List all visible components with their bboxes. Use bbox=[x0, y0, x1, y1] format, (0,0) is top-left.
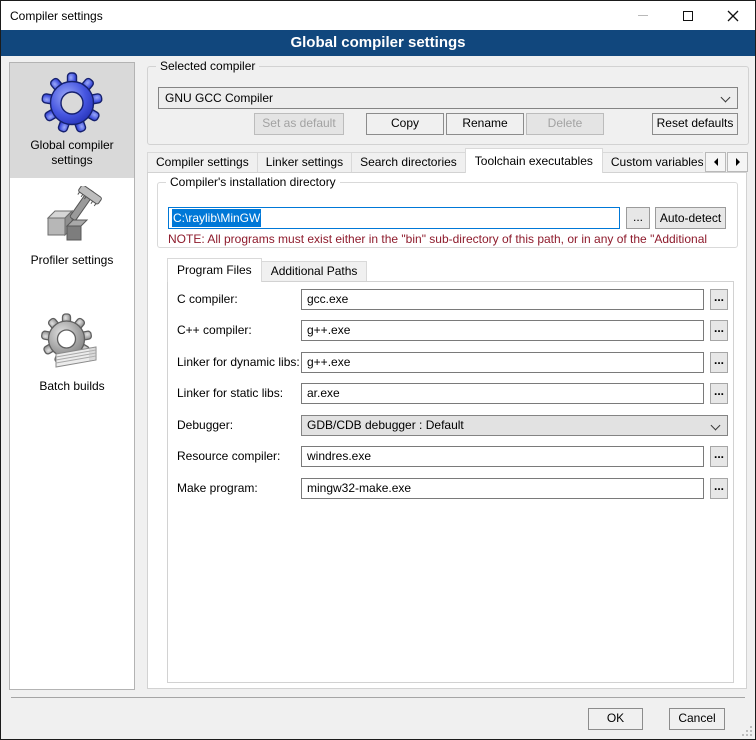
selected-compiler-group: Selected compiler GNU GCC Compiler Set a… bbox=[147, 66, 749, 145]
make-program-label: Make program: bbox=[177, 481, 258, 495]
dialog-header: Global compiler settings bbox=[1, 30, 755, 56]
linker-dynamic-label: Linker for dynamic libs: bbox=[177, 355, 300, 369]
cpp-compiler-browse-button[interactable]: ... bbox=[710, 320, 728, 341]
caliper-icon bbox=[40, 186, 104, 250]
compiler-select-value: GNU GCC Compiler bbox=[165, 91, 273, 105]
debugger-label: Debugger: bbox=[177, 418, 233, 432]
settings-category-list: Global compiler settings bbox=[9, 62, 135, 690]
program-files-panel: C compiler: gcc.exe ... C++ compiler: g+… bbox=[167, 281, 734, 683]
sidebar-item-batch-builds[interactable]: Batch builds bbox=[10, 304, 134, 404]
make-program-browse-button[interactable]: ... bbox=[710, 478, 728, 499]
minimize-icon bbox=[638, 15, 648, 16]
linker-dynamic-browse-button[interactable]: ... bbox=[710, 352, 728, 373]
selected-compiler-group-label: Selected compiler bbox=[156, 59, 259, 73]
linker-static-input[interactable]: ar.exe bbox=[301, 383, 704, 404]
make-program-input[interactable]: mingw32-make.exe bbox=[301, 478, 704, 499]
blue-gear-icon bbox=[40, 71, 104, 135]
bin-subdirectory-note: NOTE: All programs must exist either in … bbox=[168, 232, 733, 246]
tab-toolchain-executables[interactable]: Toolchain executables bbox=[465, 148, 603, 173]
right-arrow-icon bbox=[736, 158, 744, 166]
linker-dynamic-input[interactable]: g++.exe bbox=[301, 352, 704, 373]
program-files-tabstrip: Program Files Additional Paths bbox=[167, 257, 366, 282]
linker-static-label: Linker for static libs: bbox=[177, 386, 283, 400]
resource-compiler-input[interactable]: windres.exe bbox=[301, 446, 704, 467]
tab-scroll-right-button[interactable] bbox=[727, 152, 748, 172]
c-compiler-browse-button[interactable]: ... bbox=[710, 289, 728, 310]
delete-button: Delete bbox=[526, 113, 604, 135]
tab-additional-paths[interactable]: Additional Paths bbox=[261, 261, 368, 281]
dialog-body: Global compiler settings bbox=[1, 56, 755, 739]
rename-button[interactable]: Rename bbox=[446, 113, 524, 135]
maximize-icon bbox=[683, 11, 693, 21]
tab-search-directories[interactable]: Search directories bbox=[351, 152, 466, 172]
tab-program-files[interactable]: Program Files bbox=[167, 258, 262, 282]
chevron-down-icon bbox=[711, 421, 721, 431]
debugger-select[interactable]: GDB/CDB debugger : Default bbox=[301, 415, 728, 436]
c-compiler-label: C compiler: bbox=[177, 292, 238, 306]
close-button[interactable] bbox=[710, 1, 755, 30]
installation-directory-input[interactable]: C:\raylib\MinGW bbox=[168, 207, 620, 229]
titlebar: Compiler settings bbox=[1, 1, 755, 30]
tab-linker-settings[interactable]: Linker settings bbox=[257, 152, 352, 172]
reset-defaults-button[interactable]: Reset defaults bbox=[652, 113, 738, 135]
minimize-button bbox=[620, 1, 665, 30]
set-as-default-button: Set as default bbox=[254, 113, 344, 135]
sidebar-item-label: Global compiler settings bbox=[13, 138, 131, 168]
close-icon bbox=[727, 10, 739, 22]
c-compiler-input[interactable]: gcc.exe bbox=[301, 289, 704, 310]
sidebar-item-label: Profiler settings bbox=[13, 253, 131, 268]
resource-compiler-browse-button[interactable]: ... bbox=[710, 446, 728, 467]
ok-button[interactable]: OK bbox=[588, 708, 643, 730]
compiler-select[interactable]: GNU GCC Compiler bbox=[158, 87, 738, 109]
window-title: Compiler settings bbox=[1, 9, 103, 23]
auto-detect-button[interactable]: Auto-detect bbox=[655, 207, 726, 229]
resize-grip[interactable] bbox=[742, 726, 752, 736]
linker-static-browse-button[interactable]: ... bbox=[710, 383, 728, 404]
sidebar-item-global-compiler-settings[interactable]: Global compiler settings bbox=[10, 63, 134, 178]
left-arrow-icon bbox=[710, 158, 718, 166]
cancel-button[interactable]: Cancel bbox=[669, 708, 725, 730]
toolchain-executables-panel: Compiler's installation directory C:\ray… bbox=[147, 172, 747, 689]
copy-button[interactable]: Copy bbox=[366, 113, 444, 135]
installation-directory-group: Compiler's installation directory C:\ray… bbox=[157, 182, 738, 248]
installation-directory-browse-button[interactable]: ... bbox=[626, 207, 650, 229]
installation-directory-group-label: Compiler's installation directory bbox=[166, 175, 340, 189]
cpp-compiler-label: C++ compiler: bbox=[177, 323, 252, 337]
compiler-buttons-row: Set as default Copy Rename Delete Reset … bbox=[158, 113, 738, 135]
sidebar-item-profiler-settings[interactable]: Profiler settings bbox=[10, 178, 134, 278]
cpp-compiler-input[interactable]: g++.exe bbox=[301, 320, 704, 341]
chevron-down-icon bbox=[721, 93, 731, 103]
window-controls bbox=[620, 1, 755, 30]
resource-compiler-label: Resource compiler: bbox=[177, 449, 280, 463]
tab-custom-variables[interactable]: Custom variables bbox=[602, 152, 703, 172]
settings-tabstrip: Compiler settings Linker settings Search… bbox=[147, 148, 703, 173]
maximize-button[interactable] bbox=[665, 1, 710, 30]
sidebar-item-label: Batch builds bbox=[13, 379, 131, 394]
gray-gear-papers-icon bbox=[40, 312, 104, 376]
debugger-select-value: GDB/CDB debugger : Default bbox=[307, 418, 464, 432]
compiler-settings-window: Compiler settings Global compiler settin… bbox=[0, 0, 756, 740]
installation-directory-selected-text: C:\raylib\MinGW bbox=[172, 209, 261, 227]
tab-scroll-left-button[interactable] bbox=[705, 152, 726, 172]
footer-divider bbox=[11, 697, 745, 698]
tab-compiler-settings[interactable]: Compiler settings bbox=[147, 152, 258, 172]
